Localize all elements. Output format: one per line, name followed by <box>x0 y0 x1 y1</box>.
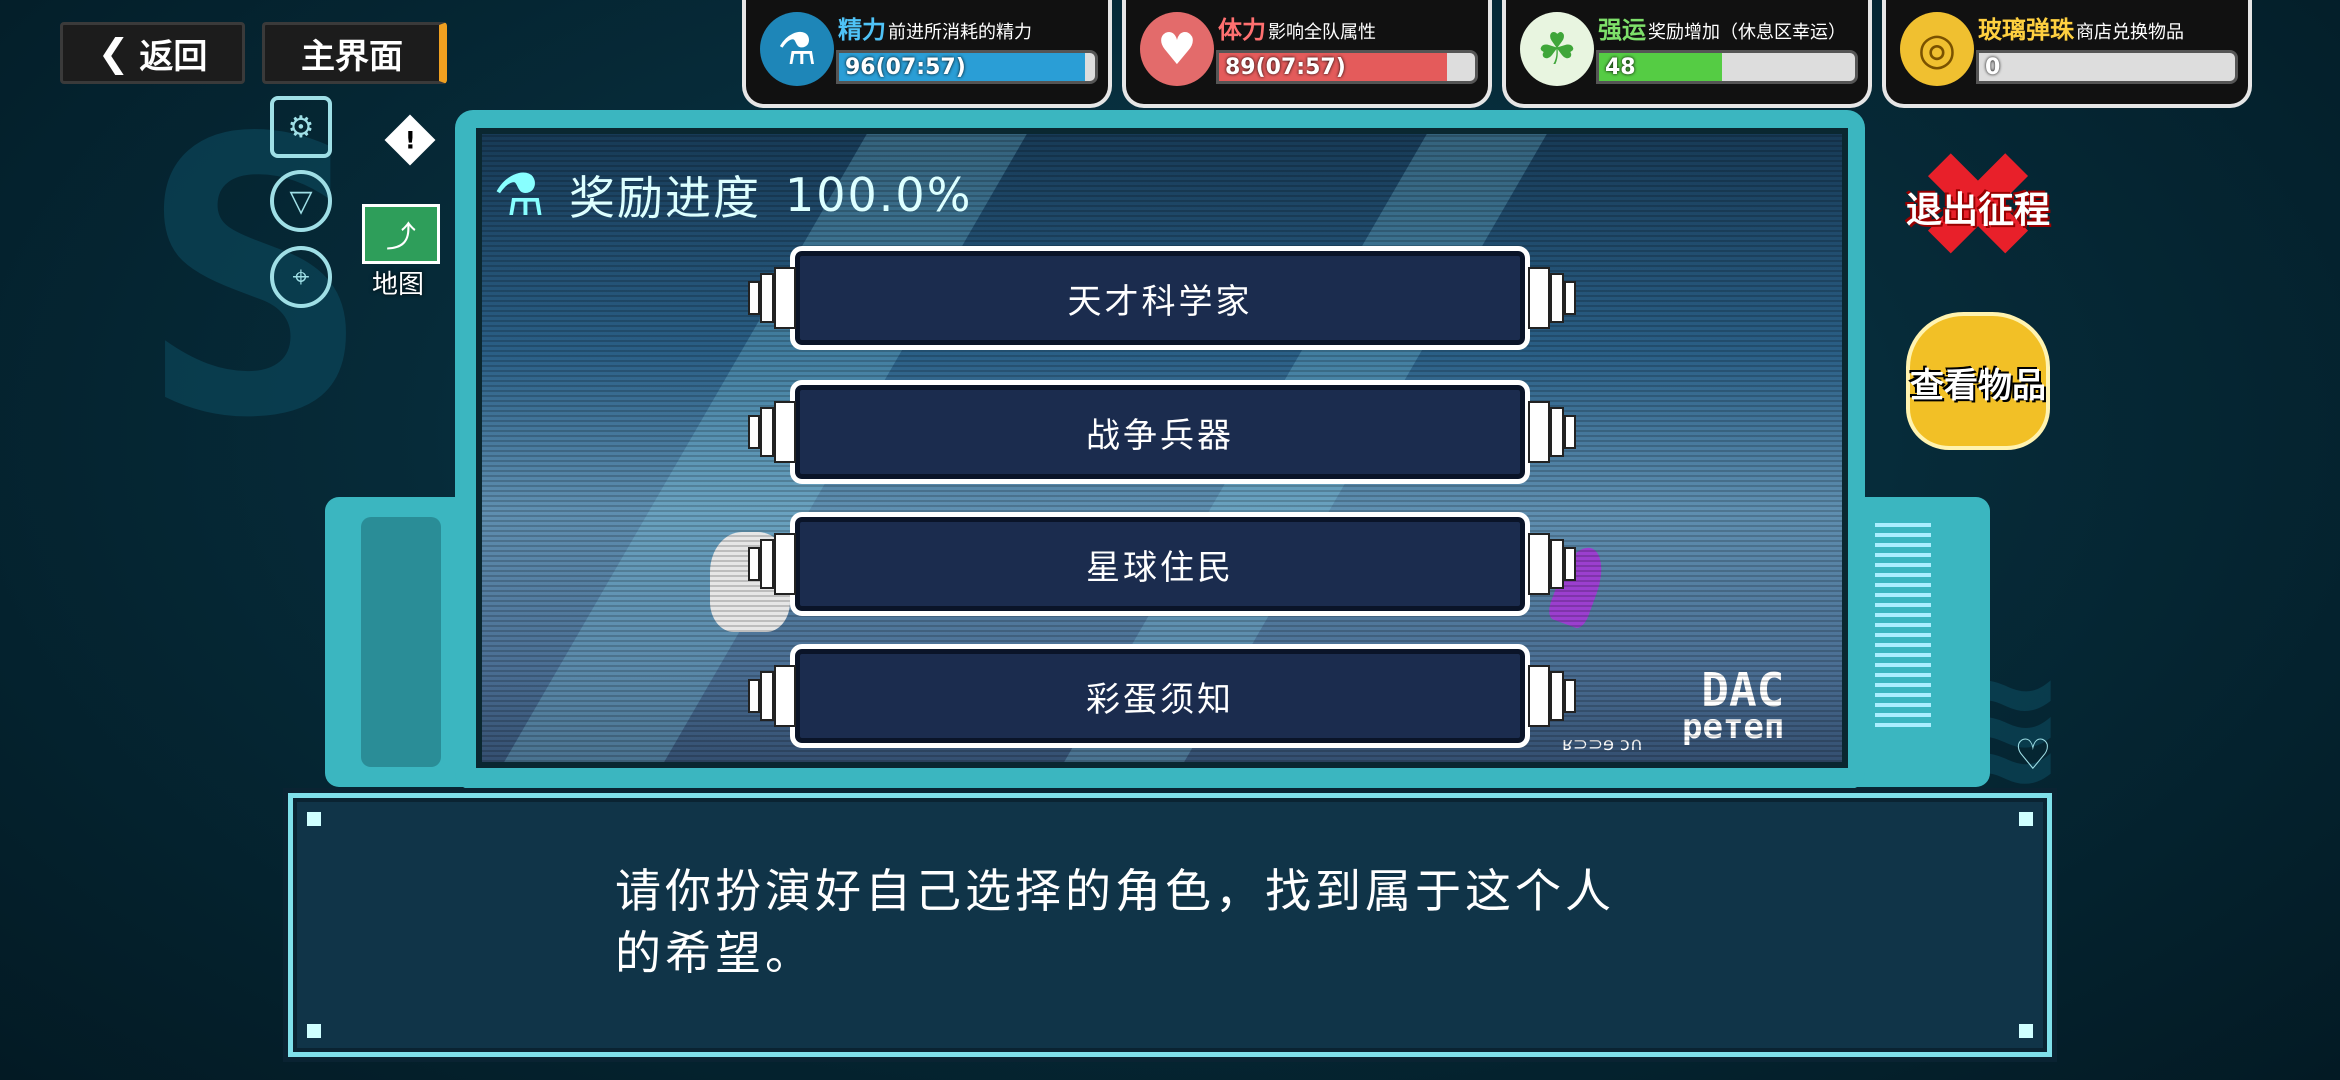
resource-luck: ☘ 强运 奖励增加（休息区幸运） 48 <box>1502 0 1872 108</box>
choice-cap-left <box>748 665 796 727</box>
resource-desc: 影响全队属性 <box>1268 22 1376 43</box>
choice-button-easter-egg-notice[interactable]: 彩蛋须知 <box>790 644 1530 748</box>
frame-wing-left <box>325 497 475 787</box>
resource-value: 89(07:57) <box>1225 55 1346 80</box>
dialog-box[interactable]: 请你扮演好自己选择的角色，找到属于这个人 的希望。 <box>288 793 2052 1057</box>
frame-emblem <box>361 517 441 767</box>
scene-logo: DAC ретеп <box>1682 663 1785 747</box>
choice-cap-left <box>748 533 796 595</box>
location-pin-icon[interactable]: ⌖ <box>270 246 332 308</box>
resource-desc: 前进所消耗的精力 <box>888 22 1032 43</box>
filter-icon[interactable]: ▽ <box>270 170 332 232</box>
progress-label: 奖励进度 <box>569 171 761 225</box>
home-label: 主界面 <box>301 36 403 77</box>
clover-icon: ☘ <box>1520 12 1594 86</box>
resource-value: 0 <box>1985 55 2001 80</box>
choice-label: 星球住民 <box>1086 547 1234 588</box>
exit-journey-button[interactable]: ✖ 退出征程 <box>1888 132 2068 282</box>
map-label: 地图 <box>371 270 424 300</box>
choice-cap-right <box>1528 267 1576 329</box>
dialog-text: 请你扮演好自己选择的角色，找到属于这个人 的希望。 <box>615 860 1715 984</box>
resource-bar: 89(07:57) <box>1216 50 1478 84</box>
back-label: 返回 <box>139 36 208 77</box>
choice-button-genius-scientist[interactable]: 天才科学家 <box>790 246 1530 350</box>
logo-subtext: ʁ⊃⊃ɘ ↄ∩ <box>1562 734 1643 755</box>
potion-icon: ⚗ <box>760 12 834 86</box>
dialog-line-1: 请你扮演好自己选择的角色，找到属于这个人 <box>615 864 1615 918</box>
resource-name: 玻璃弹珠 <box>1978 16 2074 44</box>
resource-energy: ⚗ 精力 前进所消耗的精力 96(07:57) <box>742 0 1112 108</box>
resource-name: 体力 <box>1218 16 1266 44</box>
choice-button-planet-resident[interactable]: 星球住民 <box>790 512 1530 616</box>
resource-stamina: ♥ 体力 影响全队属性 89(07:57) <box>1122 0 1492 108</box>
choice-cap-right <box>1528 401 1576 463</box>
reward-progress: ⚗ 奖励进度 100.0% <box>485 160 972 230</box>
resource-value: 48 <box>1605 55 1636 80</box>
choice-button-war-weapon[interactable]: 战争兵器 <box>790 380 1530 484</box>
chevron-left-icon: ❮ <box>97 31 130 75</box>
coin-icon: ◎ <box>1900 12 1974 86</box>
logo-line2: ретеп <box>1682 707 1785 747</box>
resource-bar: 48 <box>1596 50 1858 84</box>
view-items-button[interactable]: 查看物品 <box>1890 312 2066 452</box>
back-button[interactable]: ❮ 返回 <box>60 22 245 84</box>
choice-label: 彩蛋须知 <box>1086 679 1234 720</box>
heart-icon: ♥ <box>1140 12 1214 86</box>
progress-value: 100.0% <box>785 168 973 222</box>
exit-label: 退出征程 <box>1905 190 2050 231</box>
map-button[interactable]: ⤴ 地图 <box>362 204 446 300</box>
resource-bar: 96(07:57) <box>836 50 1098 84</box>
choice-label: 战争兵器 <box>1086 415 1234 456</box>
resource-name: 精力 <box>838 16 886 44</box>
resource-desc: 奖励增加（休息区幸运） <box>1648 22 1846 43</box>
resource-name: 强运 <box>1598 16 1646 44</box>
logo-line1: DAC <box>1701 663 1785 717</box>
choice-cap-left <box>748 267 796 329</box>
potion-icon: ⚗ <box>493 161 547 229</box>
view-items-label: 查看物品 <box>1910 365 2046 406</box>
home-button[interactable]: 主界面 <box>262 22 447 84</box>
choice-label: 天才科学家 <box>1067 281 1253 322</box>
frame-gauge <box>1875 517 1931 727</box>
dialog-line-2: 的希望。 <box>615 926 815 980</box>
heart-outline-icon: ♡ <box>2014 730 2052 779</box>
choice-cap-right <box>1528 533 1576 595</box>
frame-wing-right <box>1845 497 1990 787</box>
choice-cap-left <box>748 401 796 463</box>
resource-bar: 0 <box>1976 50 2238 84</box>
gear-icon[interactable]: ⚙ <box>270 96 332 158</box>
resource-desc: 商店兑换物品 <box>2076 22 2184 43</box>
resource-marbles: ◎ 玻璃弹珠 商店兑换物品 0 <box>1882 0 2252 108</box>
choice-cap-right <box>1528 665 1576 727</box>
resource-value: 96(07:57) <box>845 55 966 80</box>
map-icon: ⤴ <box>362 204 440 264</box>
background-deco-left: S <box>140 58 369 501</box>
